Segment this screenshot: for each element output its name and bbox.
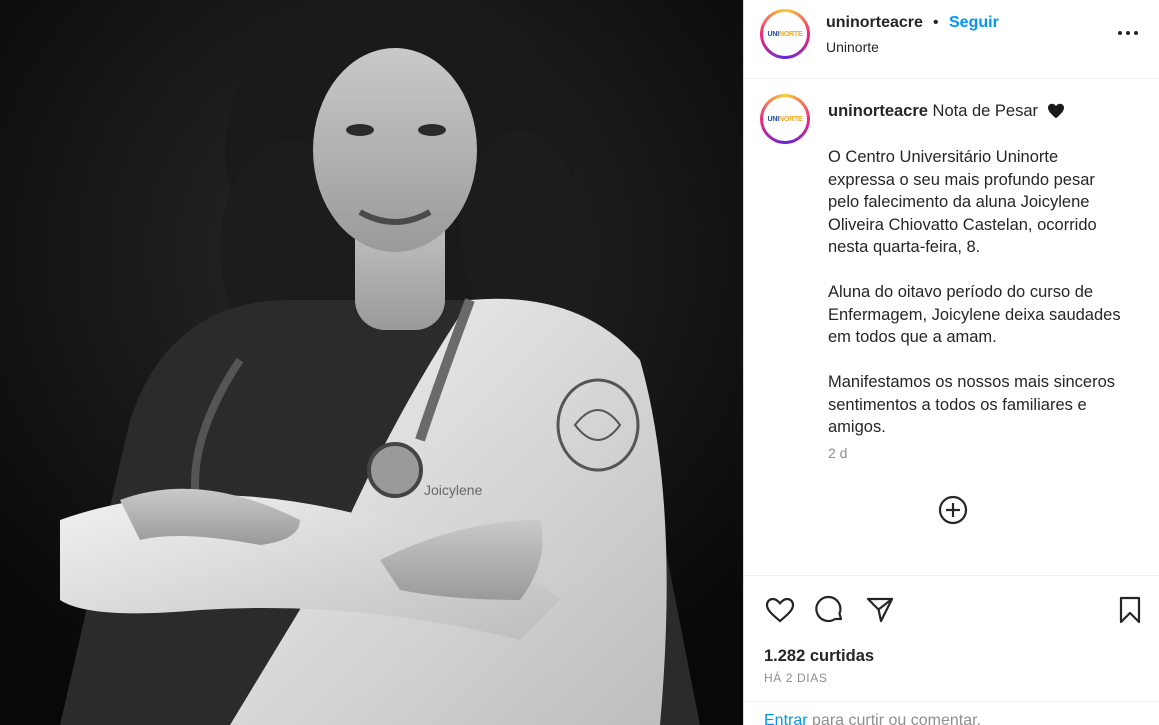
caption-area: UNINORTE uninorteacre Nota de Pesar O Ce… [744,80,1159,574]
add-comment-icon[interactable] [937,494,969,526]
post-photo[interactable]: Joicylene [0,0,743,725]
header-username[interactable]: uninorteacre [826,14,923,32]
login-link[interactable]: Entrar [764,712,808,725]
post-date[interactable]: HÁ 2 DIAS [764,671,827,685]
comment-icon[interactable] [814,594,846,626]
follow-button[interactable]: Seguir [949,14,999,32]
post-side-panel: UNINORTE uninorteacre • Seguir Uninorte … [743,0,1159,725]
share-icon[interactable] [864,594,896,626]
caption-username[interactable]: uninorteacre [828,102,928,120]
save-icon[interactable] [1114,594,1146,626]
heart-icon [1047,103,1064,119]
header-location[interactable]: Uninorte [826,39,879,55]
avatar-logo: UNINORTE [767,115,803,123]
likes-count[interactable]: 1.282 curtidas [764,647,874,666]
like-icon[interactable] [764,594,796,626]
caption-paragraph: Aluna do oitavo período do curso de Enfe… [828,283,1121,346]
login-prompt: Entrar para curtir ou comentar. [744,701,1159,725]
separator-dot: • [933,14,939,31]
post-actions: 1.282 curtidas HÁ 2 DIAS Entrar para cur… [744,575,1159,725]
more-options-icon[interactable] [1116,26,1140,40]
caption-timestamp[interactable]: 2 d [828,445,847,461]
photo-name-tag: Joicylene [424,482,483,498]
caption-paragraph: Manifestamos os nossos mais sinceros sen… [828,373,1116,436]
post-header: UNINORTE uninorteacre • Seguir Uninorte [744,0,1159,79]
caption-body: O Centro Universitário Uninorte expressa… [828,146,1128,461]
caption-avatar[interactable]: UNINORTE [760,94,810,144]
caption-paragraph: O Centro Universitário Uninorte expressa… [828,148,1097,256]
avatar-logo: UNINORTE [767,30,803,38]
profile-avatar[interactable]: UNINORTE [760,9,810,59]
login-prompt-text: para curtir ou comentar. [807,712,981,725]
caption-title: Nota de Pesar [932,102,1039,120]
post-photo-illustration: Joicylene [0,0,743,725]
caption-heading: uninorteacre Nota de Pesar [828,101,1138,122]
